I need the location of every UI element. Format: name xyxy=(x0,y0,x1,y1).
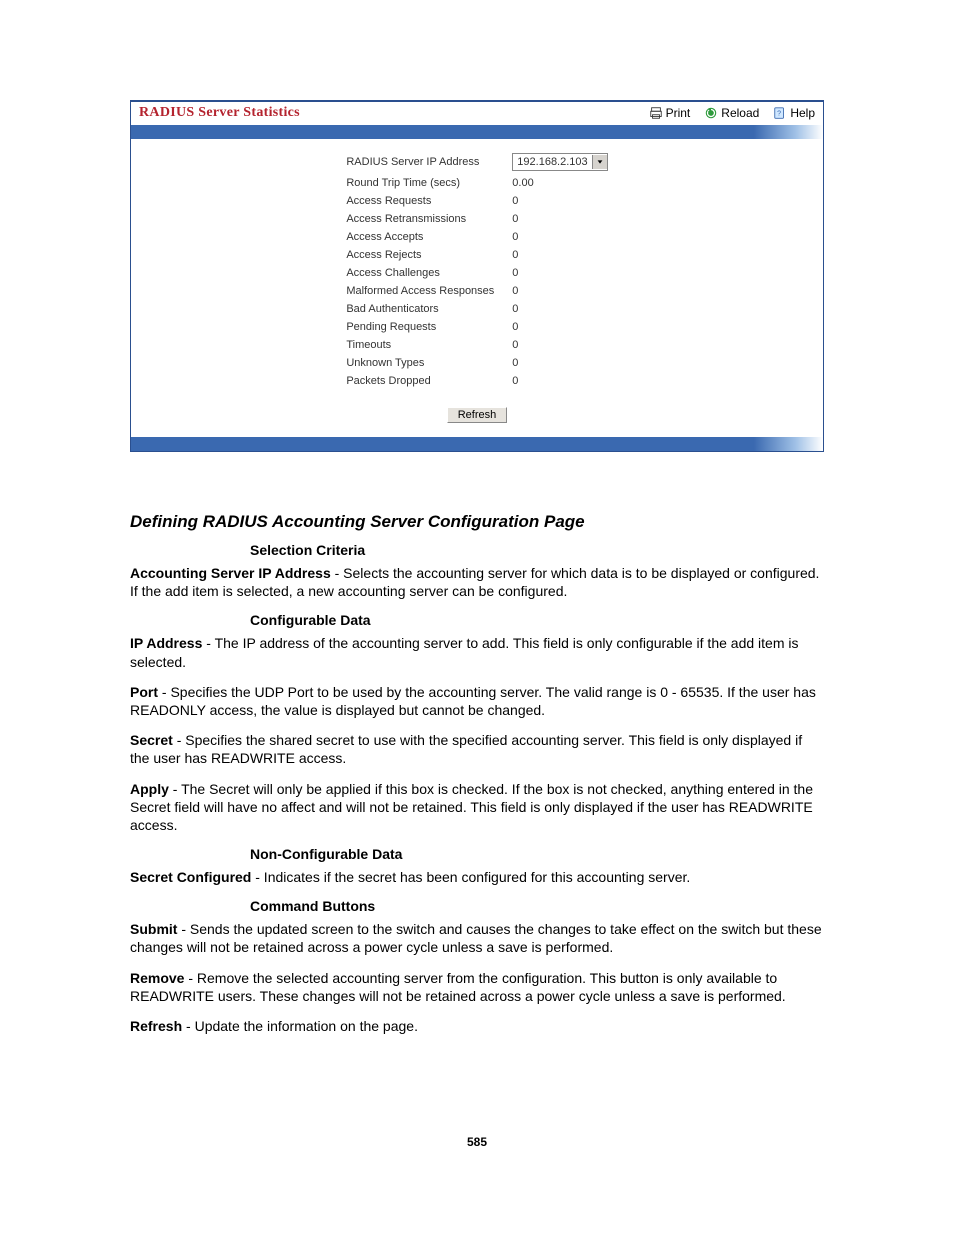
term-port: Port xyxy=(130,684,158,700)
stats-row: Access Rejects0 xyxy=(340,247,613,263)
stats-row: Bad Authenticators0 xyxy=(340,301,613,317)
stats-row: Access Requests0 xyxy=(340,193,613,209)
stats-value: 0 xyxy=(502,193,613,209)
page-number: 585 xyxy=(130,1135,824,1149)
stats-row: Unknown Types0 xyxy=(340,355,613,371)
stats-row: Access Accepts0 xyxy=(340,229,613,245)
print-icon xyxy=(649,106,663,120)
stats-value: 0 xyxy=(502,373,613,389)
para-acct-ip: Accounting Server IP Address - Selects t… xyxy=(130,564,824,600)
text-ip: - The IP address of the accounting serve… xyxy=(130,635,798,669)
help-label: Help xyxy=(790,106,815,120)
stats-label: Timeouts xyxy=(340,337,500,353)
svg-text:?: ? xyxy=(777,111,781,118)
stats-label: Pending Requests xyxy=(340,319,500,335)
stats-row: Packets Dropped0 xyxy=(340,373,613,389)
panel-title: RADIUS Server Statistics xyxy=(139,105,300,121)
gradient-bar-bottom xyxy=(131,437,823,451)
print-label: Print xyxy=(666,106,691,120)
stats-label: Access Accepts xyxy=(340,229,500,245)
stats-row: Malformed Access Responses0 xyxy=(340,283,613,299)
stats-row: Timeouts0 xyxy=(340,337,613,353)
stats-label: Unknown Types xyxy=(340,355,500,371)
reload-button[interactable]: Reload xyxy=(704,106,759,120)
term-acct-ip: Accounting Server IP Address xyxy=(130,565,331,581)
para-ip: IP Address - The IP address of the accou… xyxy=(130,634,824,670)
stats-value: 0 xyxy=(502,355,613,371)
text-secconf: - Indicates if the secret has been confi… xyxy=(251,869,690,885)
stats-label: Packets Dropped xyxy=(340,373,500,389)
stats-row: RADIUS Server IP Address 192.168.2.103 xyxy=(340,151,613,173)
stats-value: 0 xyxy=(502,211,613,227)
chevron-down-icon xyxy=(592,155,607,169)
term-refresh: Refresh xyxy=(130,1018,182,1034)
stats-value: 0 xyxy=(502,265,613,281)
stats-value: 0 xyxy=(502,319,613,335)
text-remove: - Remove the selected accounting server … xyxy=(130,970,786,1004)
print-button[interactable]: Print xyxy=(649,106,691,120)
subhead-selection: Selection Criteria xyxy=(250,542,824,558)
refresh-button[interactable]: Refresh xyxy=(447,407,508,423)
stats-row: Pending Requests0 xyxy=(340,319,613,335)
subhead-nonconfig: Non-Configurable Data xyxy=(250,846,824,862)
term-ip: IP Address xyxy=(130,635,202,651)
stats-label: Access Requests xyxy=(340,193,500,209)
stats-value: 0.00 xyxy=(502,175,613,191)
panel-titlebar: RADIUS Server Statistics Print Reload xyxy=(131,102,823,125)
stats-label: Bad Authenticators xyxy=(340,301,500,317)
text-refresh: - Update the information on the page. xyxy=(182,1018,418,1034)
text-apply: - The Secret will only be applied if thi… xyxy=(130,781,813,833)
stats-label: Access Retransmissions xyxy=(340,211,500,227)
stats-value: 0 xyxy=(502,337,613,353)
stats-label: Round Trip Time (secs) xyxy=(340,175,500,191)
term-apply: Apply xyxy=(130,781,169,797)
stats-value: 0 xyxy=(502,247,613,263)
term-submit: Submit xyxy=(130,921,177,937)
stats-row: Access Retransmissions0 xyxy=(340,211,613,227)
stats-value: 0 xyxy=(502,301,613,317)
stats-label: Malformed Access Responses xyxy=(340,283,500,299)
para-secret: Secret - Specifies the shared secret to … xyxy=(130,731,824,767)
text-port: - Specifies the UDP Port to be used by t… xyxy=(130,684,816,718)
stats-row: Access Challenges0 xyxy=(340,265,613,281)
text-submit: - Sends the updated screen to the switch… xyxy=(130,921,822,955)
para-remove: Remove - Remove the selected accounting … xyxy=(130,969,824,1005)
stats-label: RADIUS Server IP Address xyxy=(340,151,500,173)
stats-label: Access Challenges xyxy=(340,265,500,281)
ip-dropdown-value: 192.168.2.103 xyxy=(517,154,587,170)
para-port: Port - Specifies the UDP Port to be used… xyxy=(130,683,824,719)
section-heading: Defining RADIUS Accounting Server Config… xyxy=(130,512,824,532)
term-secret: Secret xyxy=(130,732,173,748)
reload-label: Reload xyxy=(721,106,759,120)
stats-value: 192.168.2.103 xyxy=(502,151,613,173)
text-secret: - Specifies the shared secret to use wit… xyxy=(130,732,802,766)
gradient-bar xyxy=(131,125,823,139)
stats-label: Access Rejects xyxy=(340,247,500,263)
stats-panel: RADIUS Server Statistics Print Reload xyxy=(130,100,824,452)
subhead-cmd: Command Buttons xyxy=(250,898,824,914)
para-refresh: Refresh - Update the information on the … xyxy=(130,1017,824,1035)
help-button[interactable]: ? Help xyxy=(773,106,815,120)
term-remove: Remove xyxy=(130,970,184,986)
stats-table: RADIUS Server IP Address 192.168.2.103 Rou… xyxy=(338,149,615,391)
stats-value: 0 xyxy=(502,283,613,299)
subhead-config: Configurable Data xyxy=(250,612,824,628)
stats-value: 0 xyxy=(502,229,613,245)
ip-dropdown[interactable]: 192.168.2.103 xyxy=(512,153,607,171)
para-submit: Submit - Sends the updated screen to the… xyxy=(130,920,824,956)
stats-row: Round Trip Time (secs)0.00 xyxy=(340,175,613,191)
help-icon: ? xyxy=(773,106,787,120)
para-secconf: Secret Configured - Indicates if the sec… xyxy=(130,868,824,886)
reload-icon xyxy=(704,106,718,120)
para-apply: Apply - The Secret will only be applied … xyxy=(130,780,824,835)
term-secconf: Secret Configured xyxy=(130,869,251,885)
